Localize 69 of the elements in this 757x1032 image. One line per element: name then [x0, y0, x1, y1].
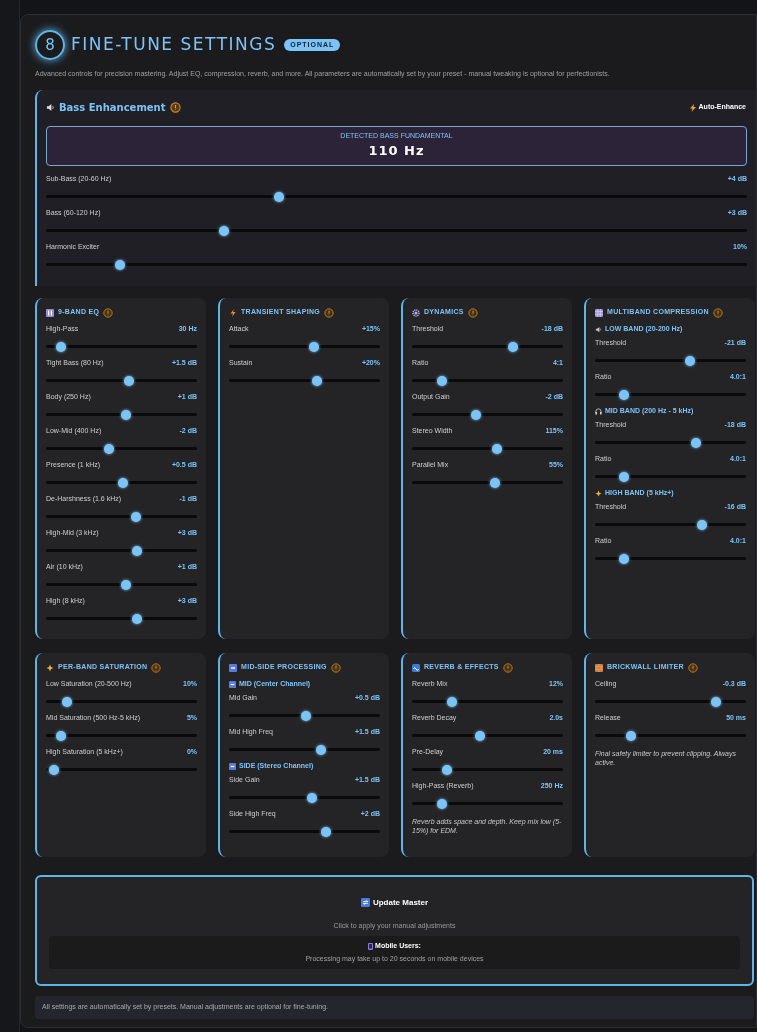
info-icon	[103, 307, 114, 318]
info-icon	[330, 662, 341, 673]
section-title: FINE-TUNE SETTINGS	[71, 33, 277, 57]
slider-thumb[interactable]	[117, 477, 128, 488]
step-number: 8	[35, 30, 65, 60]
grid-icon	[595, 308, 603, 317]
slider-thumb[interactable]	[312, 375, 323, 386]
update-master-button[interactable]: Update Master	[360, 896, 429, 909]
square-icon	[229, 763, 236, 770]
slider-thumb[interactable]	[316, 744, 327, 755]
sparkle-icon	[46, 663, 54, 672]
slider-thumb[interactable]	[103, 443, 114, 454]
slider-thumb[interactable]	[132, 613, 142, 624]
eq-icon	[46, 308, 54, 317]
slider-thumb[interactable]	[48, 764, 59, 775]
slider-thumb[interactable]	[115, 259, 126, 270]
sparkle-icon	[595, 490, 602, 497]
slider-thumb[interactable]	[618, 471, 629, 482]
slider-thumb[interactable]	[306, 792, 317, 803]
slider-thumb[interactable]	[618, 389, 629, 400]
slider-thumb[interactable]	[492, 443, 503, 454]
detected-value: 110 Hz	[368, 142, 425, 160]
speaker-icon	[46, 103, 55, 112]
square-icon	[229, 681, 236, 688]
slider-thumb[interactable]	[120, 409, 131, 420]
slider-thumb[interactable]	[218, 225, 229, 236]
slider-thumb[interactable]	[475, 730, 486, 741]
lightning-icon	[229, 308, 237, 317]
slider-thumb[interactable]	[447, 696, 458, 707]
slider-thumb[interactable]	[618, 553, 629, 564]
info-icon	[712, 307, 723, 318]
slider-thumb[interactable]	[274, 191, 284, 202]
info-icon	[502, 662, 513, 673]
slider-thumb[interactable]	[685, 355, 696, 366]
panel-title: Bass Enhancement	[59, 101, 166, 115]
slider-thumb[interactable]	[437, 375, 448, 386]
slider-thumb[interactable]	[61, 696, 72, 707]
phone-icon	[368, 942, 374, 950]
refresh-icon	[360, 898, 370, 907]
speaker-icon	[595, 326, 602, 333]
slider-thumb[interactable]	[123, 375, 134, 386]
info-icon	[687, 662, 698, 673]
info-icon	[467, 307, 478, 318]
slider-thumb[interactable]	[309, 341, 320, 352]
slider-thumb[interactable]	[471, 409, 482, 420]
slider-thumb[interactable]	[696, 519, 707, 530]
gear-icon	[412, 308, 420, 317]
slider-thumb[interactable]	[690, 437, 701, 448]
slider-thumb[interactable]	[132, 545, 142, 556]
info-icon	[169, 102, 181, 113]
slider-thumb[interactable]	[300, 710, 311, 721]
headphones-icon	[595, 408, 602, 415]
info-icon	[151, 662, 162, 673]
slider-thumb[interactable]	[626, 730, 636, 741]
wave-icon	[412, 663, 420, 672]
info-icon	[324, 307, 334, 318]
slider-thumb[interactable]	[55, 341, 66, 352]
slider-thumb[interactable]	[55, 730, 66, 741]
slider-thumb[interactable]	[120, 579, 131, 590]
slider-thumb[interactable]	[441, 764, 452, 775]
slider-thumb[interactable]	[489, 477, 500, 488]
slider-thumb[interactable]	[437, 798, 448, 809]
slider-thumb[interactable]	[507, 341, 518, 352]
lightning-icon	[689, 103, 696, 112]
slider-thumb[interactable]	[710, 696, 721, 707]
slider-thumb[interactable]	[320, 826, 331, 837]
slider-thumb[interactable]	[130, 511, 141, 522]
square-icon	[229, 663, 237, 672]
brick-icon	[595, 663, 603, 672]
